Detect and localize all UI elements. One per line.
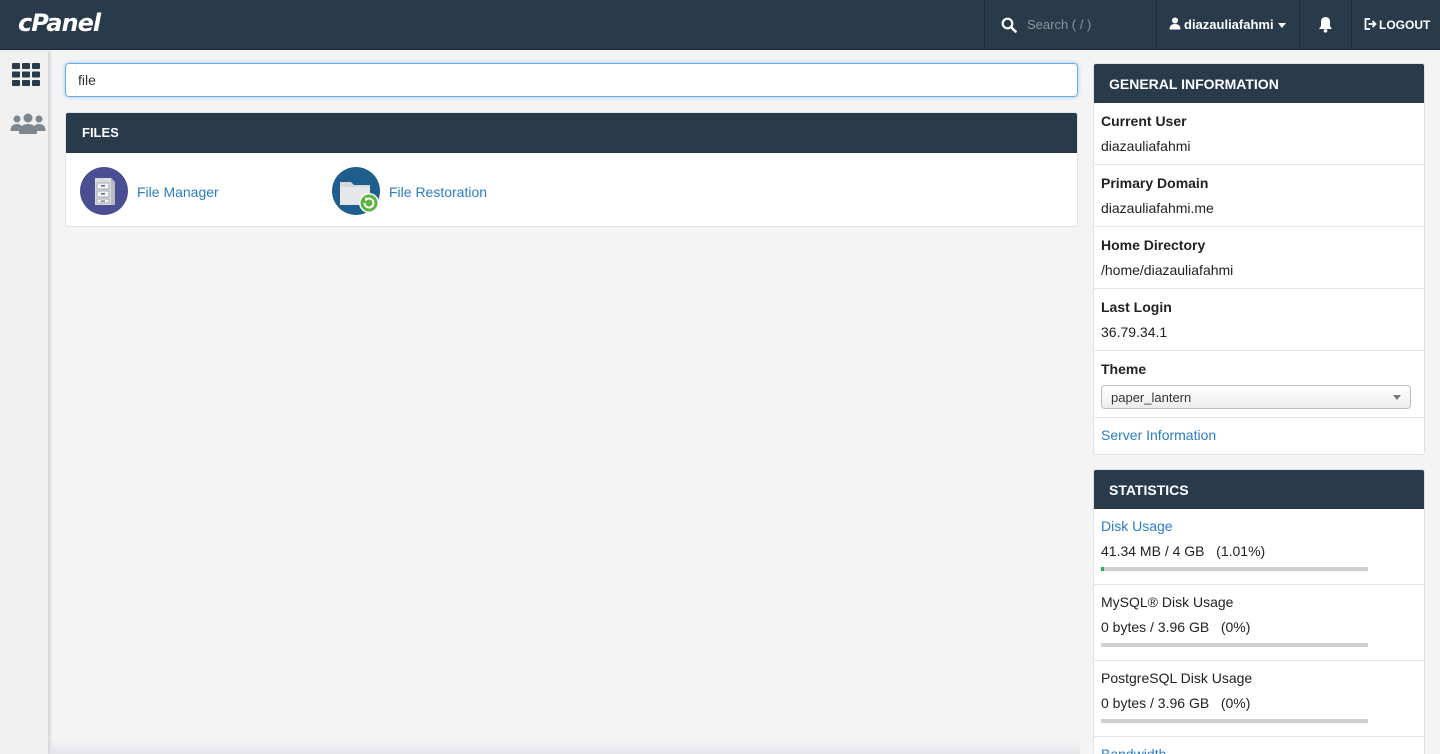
disk-usage-link[interactable]: Disk Usage [1101, 518, 1173, 534]
postgresql-disk-usage-progress [1101, 719, 1368, 723]
postgresql-disk-usage-amount: 0 bytes / 3.96 GB [1101, 695, 1210, 711]
home-directory-row: Home Directory /home/diazauliafahmi [1094, 227, 1424, 289]
user-icon [1169, 17, 1181, 30]
theme-row: Theme paper_lantern [1094, 351, 1424, 418]
general-information-panel: GENERAL INFORMATION Current User diazaul… [1093, 63, 1425, 455]
bell-icon [1319, 17, 1332, 33]
mysql-disk-usage-percent: (0%) [1220, 619, 1251, 635]
logout-button[interactable]: LOGOUT [1351, 0, 1440, 50]
files-panel-title: FILES [66, 113, 1077, 153]
server-information-link[interactable]: Server Information [1101, 427, 1216, 443]
stat-row-disk-usage: Disk Usage 41.34 MB / 4 GB (1.01%) [1094, 509, 1424, 585]
last-login-label: Last Login [1101, 299, 1172, 315]
theme-select-value: paper_lantern [1111, 390, 1192, 405]
app-file-restoration-label: File Restoration [389, 184, 488, 200]
cpanel-logo[interactable]: cPanel [18, 9, 101, 37]
disk-usage-percent: (1.01%) [1216, 543, 1266, 559]
mysql-disk-usage-amount: 0 bytes / 3.96 GB [1101, 619, 1210, 635]
global-search[interactable]: Search ( / ) [984, 0, 1156, 50]
stat-row-bandwidth: Bandwidth [1094, 737, 1424, 754]
file-cabinet-icon [80, 167, 128, 215]
postgresql-disk-usage-label: PostgreSQL Disk Usage [1101, 670, 1253, 686]
disk-usage-progress-fill [1101, 567, 1104, 571]
last-login-row: Last Login 36.79.34.1 [1094, 289, 1424, 351]
sidebar-item-users[interactable] [10, 113, 46, 140]
current-user-row: Current User diazauliafahmi [1094, 103, 1424, 165]
logout-icon [1364, 18, 1377, 30]
theme-select[interactable]: paper_lantern [1101, 385, 1411, 409]
left-sidebar [0, 51, 50, 754]
primary-domain-label: Primary Domain [1101, 175, 1209, 191]
disk-usage-value: 41.34 MB / 4 GB (1.01%) [1101, 543, 1265, 559]
folder-restore-icon [332, 167, 380, 215]
current-user-value: diazauliafahmi [1101, 138, 1191, 154]
users-icon [10, 113, 46, 134]
user-menu[interactable]: diazauliafahmi [1156, 0, 1299, 50]
global-search-placeholder: Search ( / ) [1027, 17, 1092, 32]
chevron-down-icon [1278, 23, 1286, 28]
search-icon [1001, 17, 1017, 33]
disk-usage-amount: 41.34 MB / 4 GB [1101, 543, 1205, 559]
last-login-value: 36.79.34.1 [1101, 324, 1168, 340]
statistics-panel: STATISTICS Disk Usage 41.34 MB / 4 GB (1… [1093, 469, 1425, 754]
general-information-title: GENERAL INFORMATION [1094, 64, 1424, 103]
stat-row-mysql-disk-usage: MySQL® Disk Usage 0 bytes / 3.96 GB (0%) [1094, 585, 1424, 661]
bandwidth-link[interactable]: Bandwidth [1101, 746, 1166, 754]
tools-search-input[interactable] [65, 63, 1078, 97]
postgresql-disk-usage-percent: (0%) [1220, 695, 1251, 711]
postgresql-disk-usage-value: 0 bytes / 3.96 GB (0%) [1101, 695, 1250, 711]
statistics-title: STATISTICS [1094, 470, 1424, 509]
top-navbar: cPanel Search ( / ) diazauliafahmi LOGOU… [0, 0, 1440, 50]
mysql-disk-usage-progress [1101, 643, 1368, 647]
notifications-button[interactable] [1299, 0, 1351, 50]
logout-label: LOGOUT [1379, 18, 1431, 32]
username: diazauliafahmi [1184, 17, 1274, 32]
mysql-disk-usage-value: 0 bytes / 3.96 GB (0%) [1101, 619, 1250, 635]
current-user-label: Current User [1101, 113, 1187, 129]
grid-icon [12, 63, 40, 86]
home-directory-label: Home Directory [1101, 237, 1206, 253]
chevron-down-icon [1393, 395, 1401, 400]
bottom-shadow [50, 740, 1080, 754]
mysql-disk-usage-label: MySQL® Disk Usage [1101, 594, 1234, 610]
stat-row-postgresql-disk-usage: PostgreSQL Disk Usage 0 bytes / 3.96 GB … [1094, 661, 1424, 737]
sidebar-item-home[interactable] [11, 62, 41, 92]
server-info-row: Server Information [1094, 418, 1424, 455]
primary-domain-row: Primary Domain diazauliafahmi.me [1094, 165, 1424, 227]
app-file-manager-label: File Manager [137, 184, 219, 200]
files-panel: FILES File Manager File Restoration [65, 112, 1078, 227]
primary-domain-value: diazauliafahmi.me [1101, 200, 1214, 216]
theme-label: Theme [1101, 361, 1147, 377]
home-directory-value: /home/diazauliafahmi [1101, 262, 1234, 278]
disk-usage-progress [1101, 567, 1368, 571]
